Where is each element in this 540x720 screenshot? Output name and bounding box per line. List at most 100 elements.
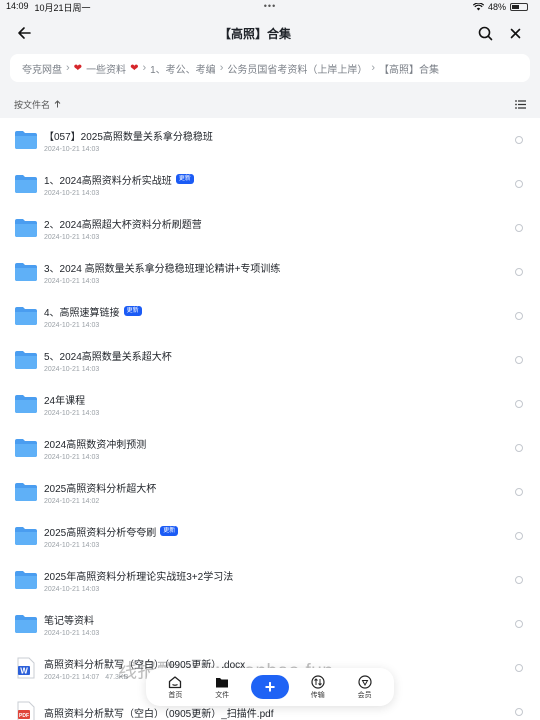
bottom-tab-bar: 首页 文件 + 传输 会员 — [146, 668, 394, 706]
transfer-icon — [311, 674, 325, 689]
select-radio[interactable] — [515, 356, 523, 364]
file-date: 2024-10-21 14:03 — [44, 321, 100, 329]
chevron-right-icon: › — [142, 62, 147, 74]
list-item[interactable]: 【057】2025高照数量关系拿分稳稳班 2024-10-21 14:03 — [0, 118, 540, 162]
tab-transfer-label: 传输 — [310, 691, 325, 699]
chevron-right-icon: › — [219, 62, 224, 74]
select-radio[interactable] — [515, 620, 523, 628]
multitask-dots[interactable]: ••• — [264, 1, 276, 11]
file-size: 47.3KB — [105, 673, 129, 681]
file-date: 2024-10-21 14:03 — [44, 233, 100, 241]
list-item[interactable]: 4、高照速算链接 更新 2024-10-21 14:03 — [0, 294, 540, 338]
file-name: 2025高照资料分析夸夸刷 — [44, 527, 157, 539]
tab-member-label: 会员 — [357, 691, 372, 699]
list-item[interactable]: 2025年高照资料分析理论实战班3+2学习法 2024-10-21 14:03 — [0, 558, 540, 602]
file-date: 2024-10-21 14:03 — [44, 629, 100, 637]
member-icon — [357, 674, 372, 689]
file-name: 高照资料分析默写（空白）（0905更新）_扫描件.pdf — [44, 708, 274, 720]
file-date: 2024-10-21 14:03 — [44, 277, 100, 285]
select-radio[interactable] — [515, 400, 523, 408]
list-item[interactable]: 24年课程 2024-10-21 14:03 — [0, 382, 540, 426]
tab-home-label: 首页 — [168, 691, 183, 699]
file-name: 笔记等资料 — [44, 615, 94, 627]
select-radio[interactable] — [515, 488, 523, 496]
tab-files-label: 文件 — [215, 691, 230, 699]
status-date: 10月21日周一 — [34, 2, 91, 13]
tab-transfer[interactable]: 传输 — [300, 674, 336, 700]
breadcrumb-item-civil-service[interactable]: 公务员国省考资料（上岸上岸） — [227, 61, 367, 76]
breadcrumb: 夸克网盘 › ❤ 一些资料 ❤ › 1、考公、考编 › 公务员国省考资料（上岸上… — [10, 54, 530, 82]
update-badge: 更新 — [123, 306, 142, 316]
list-view-icon[interactable] — [515, 99, 526, 109]
list-item[interactable]: 2025高照资料分析超大杯 2024-10-21 14:02 — [0, 470, 540, 514]
list-item[interactable]: 2025高照资料分析夸夸刷 更新 2024-10-21 14:03 — [0, 514, 540, 558]
list-item[interactable]: 1、2024高照资料分析实战班 更新 2024-10-21 14:03 — [0, 162, 540, 206]
list-item[interactable]: 笔记等资料 2024-10-21 14:03 — [0, 602, 540, 646]
breadcrumb-item-current: 【高照】合集 — [379, 64, 440, 76]
select-radio[interactable] — [515, 532, 523, 540]
file-name: 1、2024高照资料分析实战班 — [44, 175, 172, 187]
breadcrumb-item-materials[interactable]: 一些资料 — [86, 61, 126, 76]
close-button[interactable] — [504, 21, 528, 45]
select-radio[interactable] — [515, 136, 523, 144]
breadcrumb-item-root[interactable]: 夸克网盘 — [22, 61, 62, 76]
folder-icon — [15, 263, 37, 281]
list-item[interactable]: 2024高照数资冲刺预测 2024-10-21 14:03 — [0, 426, 540, 470]
folder-icon — [15, 395, 37, 413]
select-radio[interactable] — [515, 444, 523, 452]
chevron-right-icon: › — [371, 62, 376, 74]
select-radio[interactable] — [515, 268, 523, 276]
list-item[interactable]: 2、2024高照超大杯资料分析刷题营 2024-10-21 14:03 — [0, 206, 540, 250]
list-item[interactable]: 3、2024 高照数量关系拿分稳稳班理论精讲+专项训练 2024-10-21 14… — [0, 250, 540, 294]
select-radio[interactable] — [515, 664, 523, 672]
sort-bar: 按文件名 — [0, 88, 540, 120]
update-badge: 更新 — [160, 526, 179, 536]
svg-text:PDF: PDF — [19, 713, 29, 719]
add-button[interactable]: + — [250, 675, 289, 699]
file-name: 2、2024高照超大杯资料分析刷题营 — [44, 219, 202, 231]
select-radio[interactable] — [515, 312, 523, 320]
select-radio[interactable] — [515, 180, 523, 188]
file-name: 3、2024 高照数量关系拿分稳稳班理论精讲+专项训练 — [44, 263, 281, 275]
page-title: 【高照】合集 — [218, 26, 291, 41]
folder-icon — [216, 677, 229, 687]
search-button[interactable] — [474, 21, 498, 45]
folder-icon — [15, 131, 37, 149]
tab-home[interactable]: 首页 — [157, 675, 193, 700]
folder-icon — [15, 615, 37, 633]
svg-text:W: W — [20, 667, 28, 676]
folder-icon — [15, 307, 37, 325]
folder-icon — [15, 571, 37, 589]
list-item[interactable]: 5、2024高照数量关系超大杯 2024-10-21 14:03 — [0, 338, 540, 382]
heart-icon: ❤ — [73, 62, 83, 74]
file-date: 2024-10-21 14:03 — [44, 189, 100, 197]
file-date: 2024-10-21 14:02 — [44, 497, 100, 505]
sort-by-name-button[interactable]: 按文件名 — [14, 98, 61, 111]
file-date: 2024-10-21 14:03 — [44, 541, 100, 549]
search-icon — [479, 26, 493, 40]
folder-icon — [15, 439, 37, 457]
file-list: 【057】2025高照数量关系拿分稳稳班 2024-10-21 14:03 1、2… — [0, 118, 540, 720]
tab-member[interactable]: 会员 — [347, 674, 383, 700]
folder-icon — [15, 175, 37, 193]
folder-icon — [15, 483, 37, 501]
file-date: 2024-10-21 14:03 — [44, 145, 100, 153]
file-name: 4、高照速算链接 — [44, 307, 120, 319]
select-radio[interactable] — [515, 576, 523, 584]
file-name: 2024高照数资冲刺预测 — [44, 439, 147, 451]
tab-files[interactable]: 文件 — [204, 675, 240, 700]
breadcrumb-item-exam[interactable]: 1、考公、考编 — [150, 61, 216, 76]
sort-label: 按文件名 — [14, 99, 51, 110]
file-date: 2024-10-21 14:03 — [44, 585, 100, 593]
back-button[interactable] — [12, 21, 36, 45]
plus-icon: + — [264, 677, 276, 697]
file-date: 2024-10-21 14:03 — [44, 453, 100, 461]
file-name: 24年课程 — [44, 395, 86, 407]
status-bar: 14:09 10月21日周一 ••• 48% — [0, 0, 540, 14]
update-badge: 更新 — [175, 174, 194, 184]
select-radio[interactable] — [515, 224, 523, 232]
select-radio[interactable] — [515, 708, 523, 716]
file-name: 2025高照资料分析超大杯 — [44, 483, 157, 495]
arrow-up-icon — [54, 100, 61, 108]
folder-icon — [15, 351, 37, 369]
